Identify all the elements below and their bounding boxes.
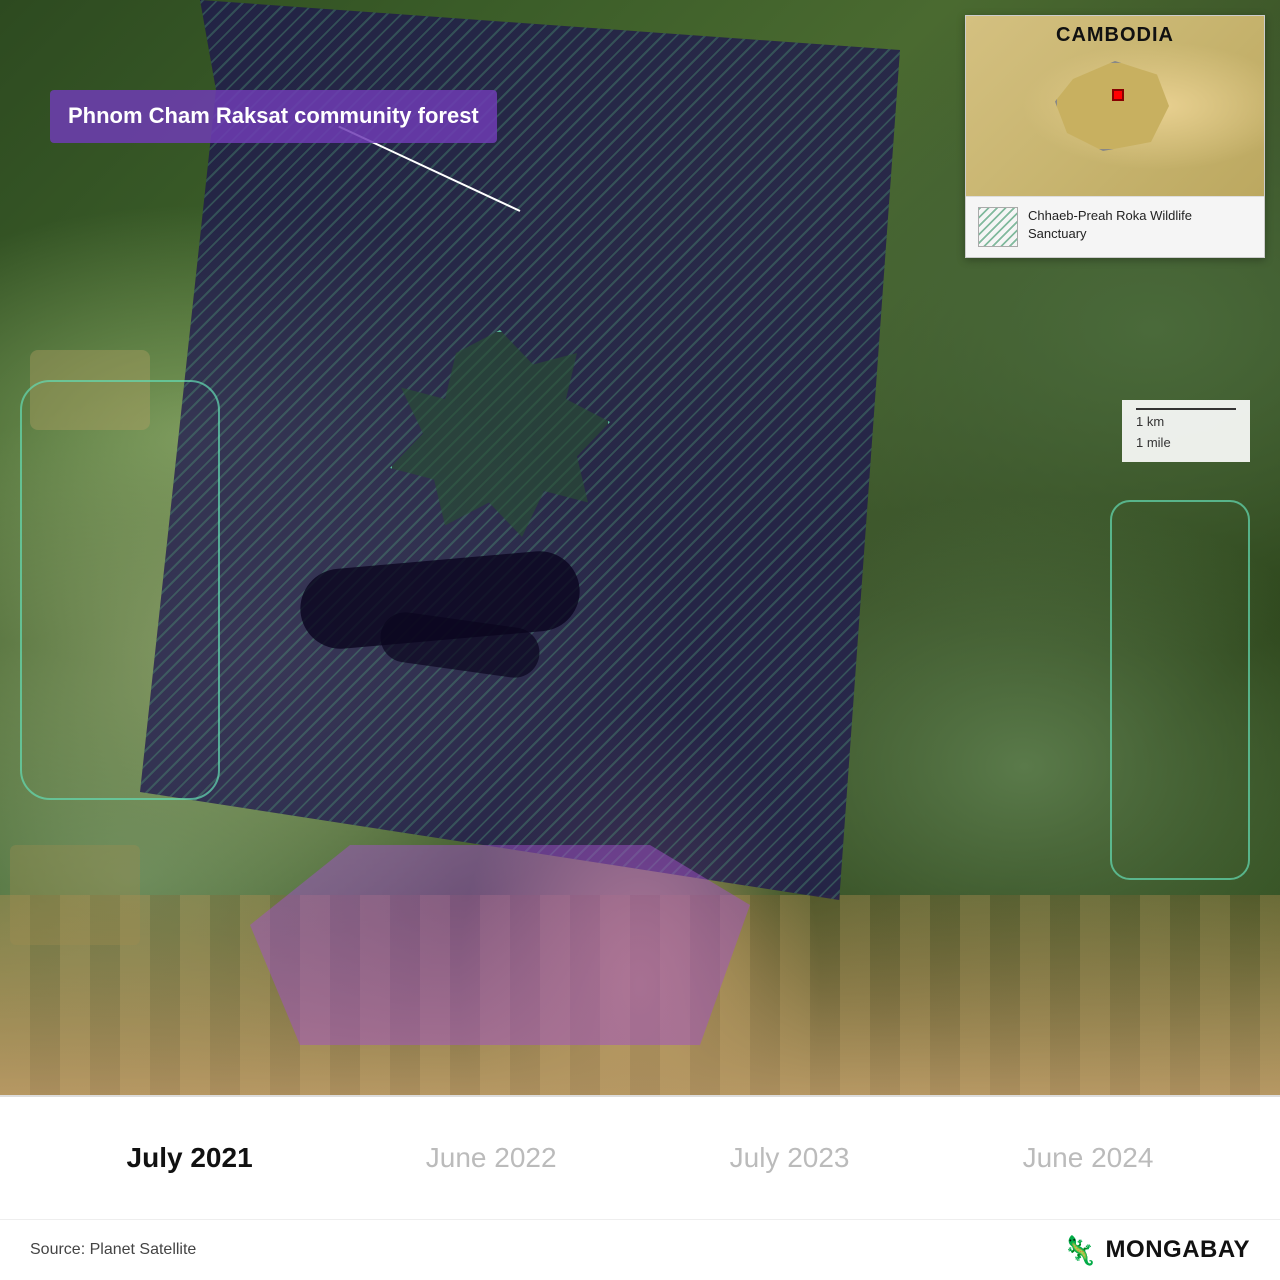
timeline-item-0[interactable]: July 2021	[107, 1134, 273, 1182]
agri-patch-bottomleft	[10, 845, 140, 945]
timeline-item-2[interactable]: July 2023	[710, 1134, 870, 1182]
legend-item: Chhaeb-Preah Roka Wildlife Sanctuary	[978, 207, 1252, 247]
location-marker	[1112, 89, 1124, 101]
main-container: Phnom Cham Raksat community forest CAMBO…	[0, 0, 1280, 1280]
inset-legend: Chhaeb-Preah Roka Wildlife Sanctuary	[966, 196, 1264, 257]
legend-hatch-icon	[978, 207, 1018, 247]
scale-mile: 1 mile	[1136, 433, 1236, 454]
source-text: Source: Planet Satellite	[30, 1241, 196, 1259]
left-boundary-outline	[20, 380, 220, 800]
forest-label-text: Phnom Cham Raksat community forest	[68, 103, 479, 128]
source-bar: Source: Planet Satellite 🦎 MONGABAY	[0, 1220, 1280, 1280]
inset-map: CAMBODIA Chhaeb-Preah Roka Wildlife Sanc…	[965, 15, 1265, 258]
brand-name: MONGABAY	[1106, 1236, 1250, 1264]
cambodia-map-image: CAMBODIA	[966, 16, 1264, 196]
map-area: Phnom Cham Raksat community forest CAMBO…	[0, 0, 1280, 1095]
scale-bar: 1 km 1 mile	[1122, 400, 1250, 462]
scale-line	[1136, 408, 1236, 410]
right-boundary-outline	[1110, 500, 1250, 880]
timeline: July 2021 June 2022 July 2023 June 2024	[0, 1097, 1280, 1220]
scale-km: 1 km	[1136, 412, 1236, 433]
cambodia-shape	[1055, 61, 1175, 151]
cleared-area	[250, 845, 750, 1045]
timeline-item-1[interactable]: June 2022	[406, 1134, 577, 1182]
mongabay-logo: 🦎 MONGABAY	[1062, 1234, 1250, 1267]
gecko-icon: 🦎	[1062, 1234, 1097, 1267]
forest-label: Phnom Cham Raksat community forest	[50, 90, 497, 143]
country-label: CAMBODIA	[1056, 24, 1174, 47]
bottom-bar: July 2021 June 2022 July 2023 June 2024 …	[0, 1095, 1280, 1280]
timeline-item-3[interactable]: June 2024	[1003, 1134, 1174, 1182]
legend-label: Chhaeb-Preah Roka Wildlife Sanctuary	[1028, 207, 1252, 243]
